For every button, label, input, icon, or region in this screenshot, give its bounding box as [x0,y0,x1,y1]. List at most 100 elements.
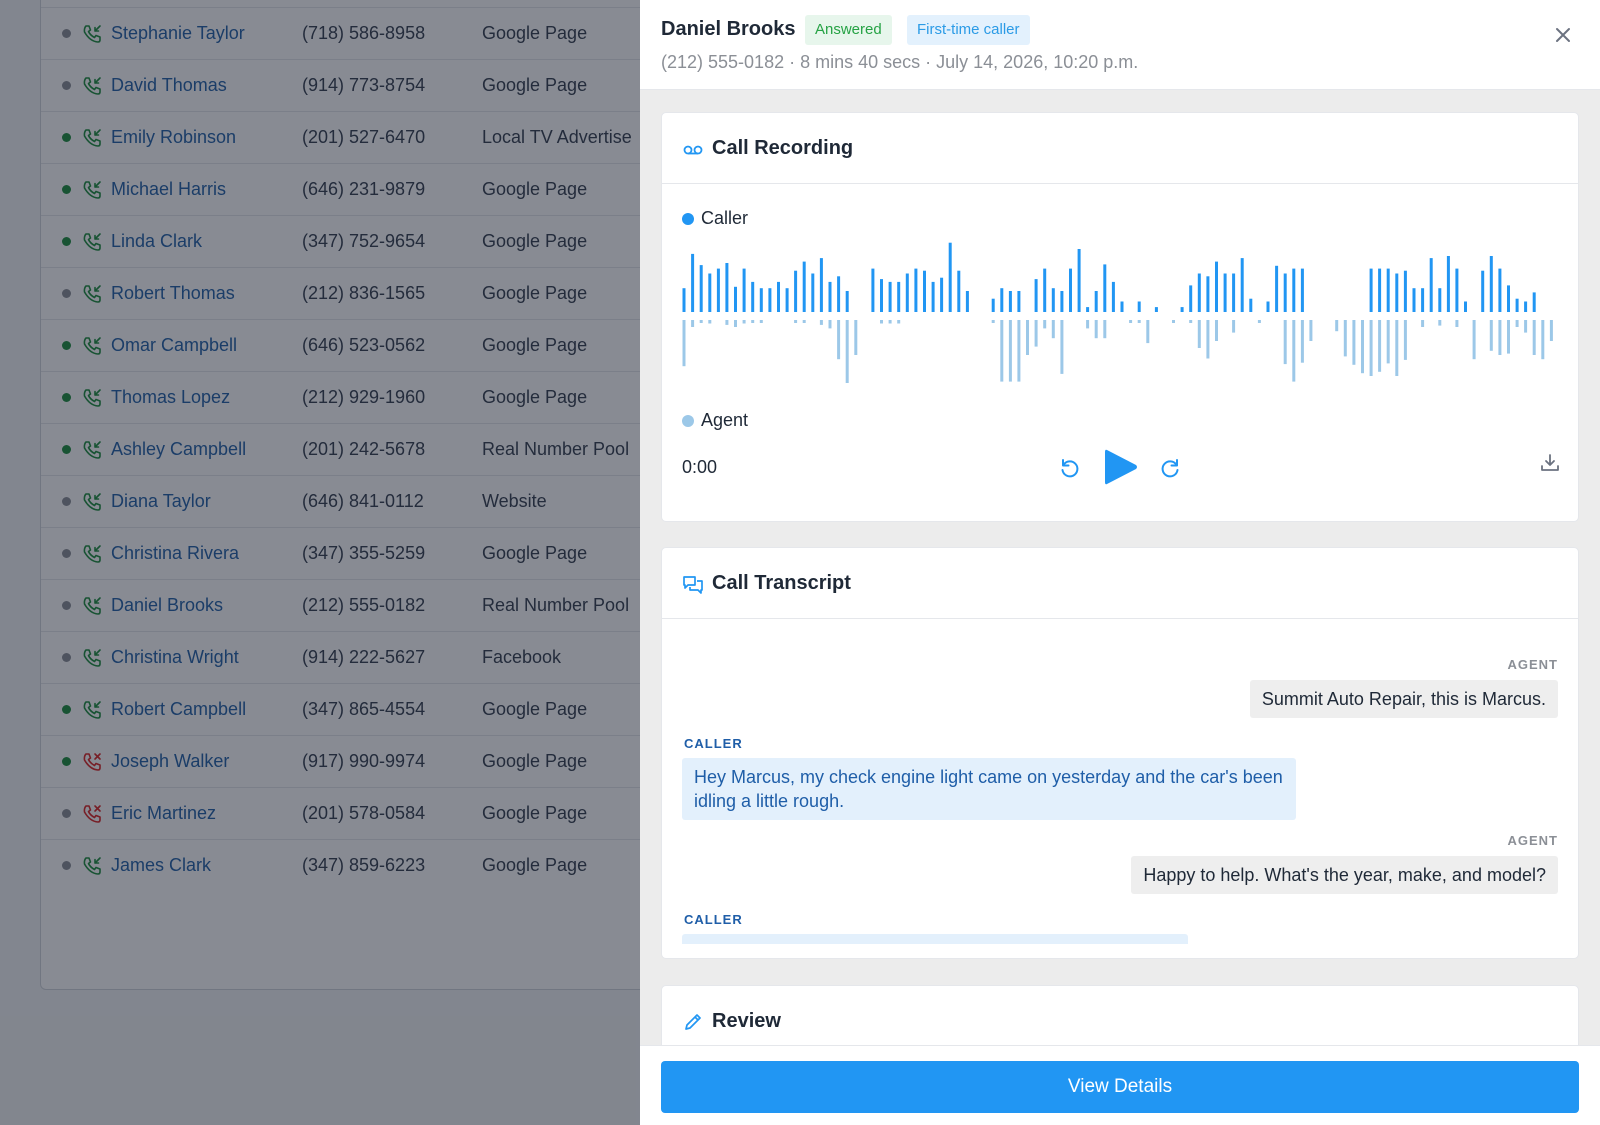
drawer-header: Daniel Brooks Answered First-time caller… [640,0,1600,90]
agent-wave-bar [802,320,806,323]
waveform[interactable] [682,236,1558,396]
agent-wave-bar [1549,320,1553,341]
speaker-label: CALLER [684,736,743,751]
agent-wave-bar [1043,320,1047,329]
agent-wave-bar [1094,320,1098,339]
caller-wave-bar [1464,301,1467,312]
agent-wave-bar [897,320,901,324]
caller-wave-bar [1215,261,1218,312]
review-title: Review [712,1010,781,1032]
agent-wave-bar [1507,320,1510,354]
caller-wave-bar [1300,268,1304,312]
agent-wave-bar [1309,320,1313,341]
caller-wave-bar [1249,298,1253,312]
agent-wave-bar [1283,320,1287,365]
caller-wave-bar [1103,264,1107,312]
call-transcript-header: Call Transcript [662,548,1578,619]
caller-message: Hey Marcus, my check engine light came o… [682,758,1296,820]
play-icon[interactable] [1102,447,1140,487]
caller-wave-bar [1008,291,1012,312]
caller-wave-bar [1223,273,1227,312]
download-icon[interactable] [1539,452,1561,474]
caller-wave-bar [1180,307,1184,312]
agent-wave-bar [734,320,737,327]
agent-wave-bar [1421,320,1425,327]
agent-wave-bar [794,320,798,323]
agent-wave-bar [828,320,832,329]
agent-wave-bar [1343,320,1347,357]
caller-wave-bar [1455,268,1459,312]
agent-wave-bar [854,320,858,355]
agent-wave-bar [1369,320,1373,376]
caller-legend: Caller [682,208,748,229]
caller-wave-bar [1378,268,1382,312]
agent-wave-bar [1034,320,1038,347]
agent-wave-bar [1300,320,1304,363]
caller-wave-bar [837,276,841,312]
caller-wave-bar [1429,258,1433,312]
agent-wave-bar [725,320,729,325]
agent-wave-bar [759,320,763,323]
caller-wave-bar [691,253,695,312]
agent-wave-bar [751,320,755,323]
caller-wave-bar [931,281,935,312]
caller-wave-bar [1137,301,1141,312]
caller-wave-bar [923,270,926,312]
playback-time: 0:00 [682,457,718,477]
forward-icon[interactable] [1158,456,1182,480]
agent-wave-bar [708,320,712,324]
caller-wave-bar [1446,256,1450,312]
agent-wave-bar [1489,320,1493,351]
caller-wave-bar [1275,265,1279,312]
chat-icon [683,576,703,594]
caller-wave-bar [1489,256,1493,312]
agent-wave-bar [1498,320,1502,355]
caller-wave-bar [777,281,780,312]
caller-wave-bar [1034,279,1038,312]
caller-wave-bar [725,263,729,312]
agent-wave-bar [699,320,703,323]
caller-wave-bar [914,268,918,312]
agent-wave-bar [1386,320,1390,364]
caller-legend-label: Caller [701,208,749,228]
caller-legend-dot [682,212,694,225]
agent-legend-dot [682,414,694,427]
caller-wave-bar [957,270,961,312]
caller-wave-bar [1507,285,1510,312]
agent-wave-bar [1361,320,1364,374]
agent-wave-bar [1129,320,1133,323]
agent-wave-bar [1395,320,1399,376]
agent-wave-bar [1008,320,1012,382]
caller-wave-bar [811,273,815,312]
agent-wave-bar [1403,320,1407,360]
agent-message: Happy to help. What's the year, make, an… [1131,856,1558,894]
caller-wave-bar [734,286,737,312]
agent-wave-bar [991,320,995,323]
agent-wave-bar [1060,320,1064,374]
caller-message [682,934,1188,944]
caller-wave-bar [1111,281,1115,312]
agent-wave-bar [819,320,823,325]
caller-wave-bar [1403,270,1407,312]
agent-wave-bar [1000,320,1004,382]
close-icon[interactable] [1552,24,1574,46]
rewind-icon[interactable] [1058,456,1082,480]
pencil-icon [685,1014,701,1030]
call-recording-header: Call Recording [662,113,1578,184]
caller-wave-bar [1206,276,1210,312]
agent-wave-bar [1197,320,1201,348]
view-details-button[interactable]: View Details [661,1061,1579,1113]
speaker-label: AGENT [1507,833,1558,848]
caller-wave-bar [1421,288,1425,312]
caller-wave-bar [845,291,849,312]
agent-wave-bar [1472,320,1476,360]
agent-wave-bar [1352,320,1356,365]
call-detail-drawer: Daniel Brooks Answered First-time caller… [640,0,1600,1125]
caller-wave-bar [880,279,883,312]
caller-wave-bar [1060,291,1064,312]
caller-wave-bar [888,281,892,312]
caller-wave-bar [751,281,755,312]
caller-wave-bar [819,258,823,312]
agent-wave-bar [1378,320,1382,372]
transcript-scroll[interactable]: AGENT Summit Auto Repair, this is Marcus… [662,620,1578,944]
